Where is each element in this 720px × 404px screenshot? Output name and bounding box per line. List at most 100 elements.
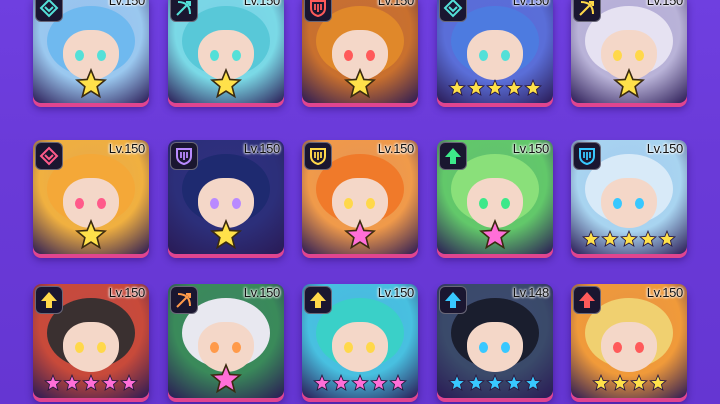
star-icon	[524, 374, 542, 392]
star-icon	[467, 79, 485, 97]
star-icon	[620, 230, 638, 248]
hero-level: Lv.150	[512, 141, 550, 156]
star-icon	[591, 374, 610, 392]
hero-grid: Lv.150 Lv.150 Lv.150 Lv.150 Lv.150 Lv.15…	[0, 0, 720, 404]
star-icon	[629, 374, 648, 392]
hero-card[interactable]: Lv.150	[302, 0, 418, 103]
hero-card[interactable]: Lv.150	[571, 0, 687, 103]
hero-eye	[75, 50, 84, 61]
hero-level: Lv.150	[108, 141, 146, 156]
hero-card[interactable]: Lv.150	[33, 140, 149, 254]
shield-icon	[304, 142, 332, 170]
star-icon	[63, 374, 81, 392]
hero-eye	[366, 342, 375, 353]
hero-eye	[232, 50, 241, 61]
star-icon	[75, 219, 107, 250]
hero-level: Lv.150	[243, 141, 281, 156]
star-icon	[613, 68, 645, 99]
star-icon	[44, 374, 62, 392]
hero-level: Lv.150	[377, 0, 415, 8]
hero-eye	[232, 198, 241, 209]
shield-icon	[573, 142, 601, 170]
hero-eye	[344, 198, 353, 209]
hero-eye	[479, 198, 488, 209]
diamond-chevron-icon	[439, 0, 467, 22]
hero-eye	[344, 342, 353, 353]
arrow-up-icon	[439, 142, 467, 170]
hero-face	[601, 178, 657, 228]
hero-eye	[232, 342, 241, 353]
hero-level: Lv.148	[512, 285, 550, 300]
star-icon	[210, 68, 242, 99]
hero-face	[601, 322, 657, 372]
hero-card[interactable]: Lv.148	[437, 284, 553, 398]
arrow-up-icon	[573, 286, 601, 314]
hero-level: Lv.150	[108, 285, 146, 300]
hero-level: Lv.150	[646, 0, 684, 8]
hero-eye	[479, 50, 488, 61]
bow-icon	[170, 0, 198, 22]
hero-eye	[97, 198, 106, 209]
shield-icon	[304, 0, 332, 22]
hero-card[interactable]: Lv.150	[33, 284, 149, 398]
star-icon	[210, 363, 242, 394]
hero-card[interactable]: Lv.150	[571, 140, 687, 254]
hero-eye	[75, 198, 84, 209]
star-icon	[120, 374, 138, 392]
hero-card[interactable]: Lv.150	[168, 284, 284, 398]
hero-eye	[344, 50, 353, 61]
hero-eye	[501, 342, 510, 353]
hero-card[interactable]: Lv.150	[33, 0, 149, 103]
hero-eye	[366, 50, 375, 61]
star-rating	[571, 374, 687, 392]
hero-eye	[613, 50, 622, 61]
arrow-up-icon	[439, 286, 467, 314]
hero-eye	[210, 198, 219, 209]
hero-face	[467, 30, 523, 80]
hero-face	[63, 322, 119, 372]
bow-icon	[170, 286, 198, 314]
hero-level: Lv.150	[646, 285, 684, 300]
hero-card[interactable]: Lv.150	[437, 0, 553, 103]
hero-eye	[97, 50, 106, 61]
hero-card[interactable]: Lv.150	[571, 284, 687, 398]
star-icon	[505, 79, 523, 97]
diamond-chevron-icon	[35, 0, 63, 22]
hero-face	[467, 322, 523, 372]
star-icon	[448, 374, 466, 392]
star-icon	[370, 374, 388, 392]
star-icon	[332, 374, 350, 392]
hero-card[interactable]: Lv.150	[168, 140, 284, 254]
star-icon	[658, 230, 676, 248]
star-rating	[302, 374, 418, 392]
bow-icon	[573, 0, 601, 22]
hero-eye	[210, 342, 219, 353]
star-icon	[486, 79, 504, 97]
star-icon	[524, 79, 542, 97]
hero-eye	[635, 342, 644, 353]
hero-eye	[75, 342, 84, 353]
hero-eye	[210, 50, 219, 61]
hero-card[interactable]: Lv.150	[302, 284, 418, 398]
hero-card[interactable]: Lv.150	[302, 140, 418, 254]
hero-eye	[366, 198, 375, 209]
star-icon	[313, 374, 331, 392]
star-icon	[648, 374, 667, 392]
star-icon	[82, 374, 100, 392]
arrow-up-icon	[304, 286, 332, 314]
star-icon	[448, 79, 466, 97]
hero-level: Lv.150	[646, 141, 684, 156]
hero-card[interactable]: Lv.150	[168, 0, 284, 103]
hero-eye	[613, 342, 622, 353]
shield-icon	[170, 142, 198, 170]
hero-card[interactable]: Lv.150	[437, 140, 553, 254]
star-icon	[344, 219, 376, 250]
hero-level: Lv.150	[108, 0, 146, 8]
star-rating	[33, 374, 149, 392]
diamond-chevron-icon	[35, 142, 63, 170]
hero-eye	[635, 198, 644, 209]
star-icon	[486, 374, 504, 392]
hero-eye	[479, 342, 488, 353]
star-icon	[210, 219, 242, 250]
star-rating	[571, 230, 687, 248]
